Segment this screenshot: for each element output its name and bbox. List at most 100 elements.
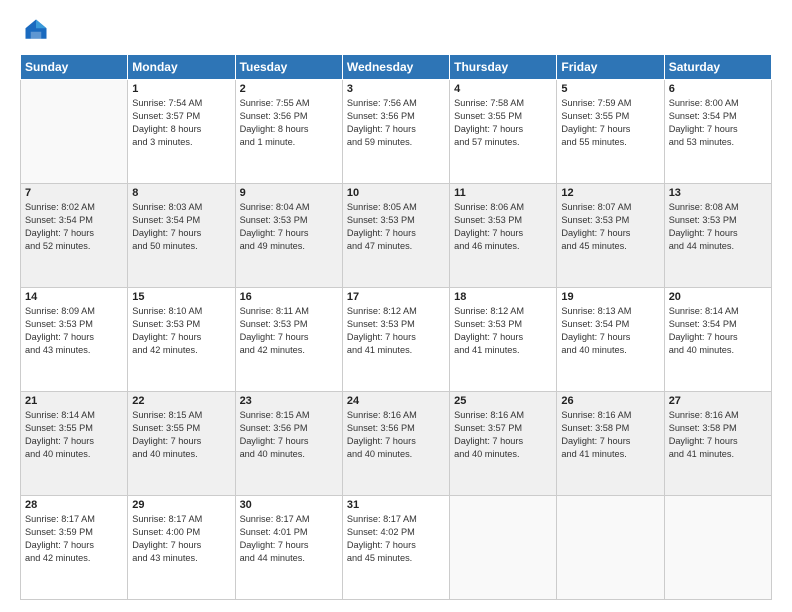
calendar-day-9: 9 Sunrise: 8:04 AMSunset: 3:53 PMDaylight… xyxy=(235,184,342,288)
weekday-header-wednesday: Wednesday xyxy=(342,55,449,80)
weekday-header-friday: Friday xyxy=(557,55,664,80)
calendar-day-24: 24Sunrise: 8:16 AMSunset: 3:56 PMDayligh… xyxy=(342,392,449,496)
calendar-day-20: 20 Sunrise: 8:14 AMSunset: 3:54 PMDayligh… xyxy=(664,288,771,392)
calendar-day-5: 5 Sunrise: 7:59 AMSunset: 3:55 PMDaylight… xyxy=(557,80,664,184)
day-info: Sunrise: 8:15 AMSunset: 3:56 PMDaylight:… xyxy=(240,409,338,461)
weekday-header-monday: Monday xyxy=(128,55,235,80)
day-info: Sunrise: 7:56 AMSunset: 3:56 PMDaylight:… xyxy=(347,97,445,149)
calendar-week-row: 14 Sunrise: 8:09 AMSunset: 3:53 PMDayligh… xyxy=(21,288,772,392)
weekday-header-saturday: Saturday xyxy=(664,55,771,80)
calendar-day-8: 8 Sunrise: 8:03 AMSunset: 3:54 PMDaylight… xyxy=(128,184,235,288)
day-number: 17 xyxy=(347,291,445,303)
calendar-day-13: 13 Sunrise: 8:08 AMSunset: 3:53 PMDayligh… xyxy=(664,184,771,288)
page: SundayMondayTuesdayWednesdayThursdayFrid… xyxy=(0,0,792,612)
calendar-day-empty xyxy=(664,496,771,600)
calendar-day-12: 12 Sunrise: 8:07 AMSunset: 3:53 PMDayligh… xyxy=(557,184,664,288)
day-number: 22 xyxy=(132,395,230,407)
day-number: 7 xyxy=(25,187,123,199)
calendar-day-26: 26 Sunrise: 8:16 AMSunset: 3:58 PMDayligh… xyxy=(557,392,664,496)
day-info: Sunrise: 8:17 AMSunset: 4:00 PMDaylight:… xyxy=(132,513,230,565)
day-number: 2 xyxy=(240,83,338,95)
calendar-day-10: 10 Sunrise: 8:05 AMSunset: 3:53 PMDayligh… xyxy=(342,184,449,288)
day-number: 14 xyxy=(25,291,123,303)
calendar-day-23: 23Sunrise: 8:15 AMSunset: 3:56 PMDayligh… xyxy=(235,392,342,496)
day-number: 1 xyxy=(132,83,230,95)
calendar-week-row: 21 Sunrise: 8:14 AMSunset: 3:55 PMDayligh… xyxy=(21,392,772,496)
day-number: 6 xyxy=(669,83,767,95)
day-number: 20 xyxy=(669,291,767,303)
calendar-day-21: 21 Sunrise: 8:14 AMSunset: 3:55 PMDayligh… xyxy=(21,392,128,496)
header xyxy=(20,16,772,44)
calendar-day-empty xyxy=(21,80,128,184)
calendar-day-1: 1 Sunrise: 7:54 AMSunset: 3:57 PMDaylight… xyxy=(128,80,235,184)
day-info: Sunrise: 8:03 AMSunset: 3:54 PMDaylight:… xyxy=(132,201,230,253)
day-info: Sunrise: 8:11 AMSunset: 3:53 PMDaylight:… xyxy=(240,305,338,357)
calendar-day-3: 3 Sunrise: 7:56 AMSunset: 3:56 PMDaylight… xyxy=(342,80,449,184)
day-number: 10 xyxy=(347,187,445,199)
day-info: Sunrise: 8:17 AMSunset: 4:01 PMDaylight:… xyxy=(240,513,338,565)
calendar-week-row: 28 Sunrise: 8:17 AMSunset: 3:59 PMDayligh… xyxy=(21,496,772,600)
calendar-day-27: 27Sunrise: 8:16 AMSunset: 3:58 PMDayligh… xyxy=(664,392,771,496)
day-number: 9 xyxy=(240,187,338,199)
day-info: Sunrise: 8:04 AMSunset: 3:53 PMDaylight:… xyxy=(240,201,338,253)
day-number: 30 xyxy=(240,499,338,511)
day-number: 26 xyxy=(561,395,659,407)
day-info: Sunrise: 8:12 AMSunset: 3:53 PMDaylight:… xyxy=(347,305,445,357)
day-number: 3 xyxy=(347,83,445,95)
day-number: 19 xyxy=(561,291,659,303)
weekday-header-sunday: Sunday xyxy=(21,55,128,80)
day-info: Sunrise: 8:02 AMSunset: 3:54 PMDaylight:… xyxy=(25,201,123,253)
day-info: Sunrise: 7:54 AMSunset: 3:57 PMDaylight:… xyxy=(132,97,230,149)
day-number: 15 xyxy=(132,291,230,303)
day-info: Sunrise: 8:17 AMSunset: 3:59 PMDaylight:… xyxy=(25,513,123,565)
calendar-day-22: 22 Sunrise: 8:15 AMSunset: 3:55 PMDayligh… xyxy=(128,392,235,496)
day-info: Sunrise: 7:58 AMSunset: 3:55 PMDaylight:… xyxy=(454,97,552,149)
calendar-day-29: 29 Sunrise: 8:17 AMSunset: 4:00 PMDayligh… xyxy=(128,496,235,600)
calendar-week-row: 7 Sunrise: 8:02 AMSunset: 3:54 PMDaylight… xyxy=(21,184,772,288)
calendar-day-16: 16 Sunrise: 8:11 AMSunset: 3:53 PMDayligh… xyxy=(235,288,342,392)
day-number: 12 xyxy=(561,187,659,199)
calendar-day-30: 30 Sunrise: 8:17 AMSunset: 4:01 PMDayligh… xyxy=(235,496,342,600)
calendar-day-25: 25Sunrise: 8:16 AMSunset: 3:57 PMDayligh… xyxy=(450,392,557,496)
day-number: 21 xyxy=(25,395,123,407)
day-number: 8 xyxy=(132,187,230,199)
calendar-day-17: 17 Sunrise: 8:12 AMSunset: 3:53 PMDayligh… xyxy=(342,288,449,392)
calendar-day-31: 31Sunrise: 8:17 AMSunset: 4:02 PMDayligh… xyxy=(342,496,449,600)
calendar-day-15: 15Sunrise: 8:10 AMSunset: 3:53 PMDayligh… xyxy=(128,288,235,392)
logo xyxy=(20,16,50,44)
day-info: Sunrise: 8:06 AMSunset: 3:53 PMDaylight:… xyxy=(454,201,552,253)
day-info: Sunrise: 8:08 AMSunset: 3:53 PMDaylight:… xyxy=(669,201,767,253)
calendar-day-28: 28 Sunrise: 8:17 AMSunset: 3:59 PMDayligh… xyxy=(21,496,128,600)
day-number: 29 xyxy=(132,499,230,511)
day-number: 4 xyxy=(454,83,552,95)
day-info: Sunrise: 8:16 AMSunset: 3:58 PMDaylight:… xyxy=(561,409,659,461)
day-number: 25 xyxy=(454,395,552,407)
calendar-header-row: SundayMondayTuesdayWednesdayThursdayFrid… xyxy=(21,55,772,80)
day-info: Sunrise: 8:09 AMSunset: 3:53 PMDaylight:… xyxy=(25,305,123,357)
day-number: 28 xyxy=(25,499,123,511)
calendar-day-7: 7 Sunrise: 8:02 AMSunset: 3:54 PMDaylight… xyxy=(21,184,128,288)
calendar-day-14: 14 Sunrise: 8:09 AMSunset: 3:53 PMDayligh… xyxy=(21,288,128,392)
day-info: Sunrise: 8:14 AMSunset: 3:54 PMDaylight:… xyxy=(669,305,767,357)
day-info: Sunrise: 8:07 AMSunset: 3:53 PMDaylight:… xyxy=(561,201,659,253)
day-number: 27 xyxy=(669,395,767,407)
day-info: Sunrise: 7:59 AMSunset: 3:55 PMDaylight:… xyxy=(561,97,659,149)
day-number: 16 xyxy=(240,291,338,303)
day-info: Sunrise: 8:05 AMSunset: 3:53 PMDaylight:… xyxy=(347,201,445,253)
day-number: 5 xyxy=(561,83,659,95)
calendar-day-19: 19Sunrise: 8:13 AMSunset: 3:54 PMDayligh… xyxy=(557,288,664,392)
day-info: Sunrise: 8:17 AMSunset: 4:02 PMDaylight:… xyxy=(347,513,445,565)
calendar-day-empty xyxy=(450,496,557,600)
day-number: 13 xyxy=(669,187,767,199)
calendar-day-2: 2Sunrise: 7:55 AMSunset: 3:56 PMDaylight… xyxy=(235,80,342,184)
calendar-day-empty xyxy=(557,496,664,600)
day-info: Sunrise: 8:15 AMSunset: 3:55 PMDaylight:… xyxy=(132,409,230,461)
logo-icon xyxy=(22,16,50,44)
day-number: 11 xyxy=(454,187,552,199)
calendar-table: SundayMondayTuesdayWednesdayThursdayFrid… xyxy=(20,54,772,600)
day-info: Sunrise: 8:12 AMSunset: 3:53 PMDaylight:… xyxy=(454,305,552,357)
day-info: Sunrise: 8:00 AMSunset: 3:54 PMDaylight:… xyxy=(669,97,767,149)
day-number: 18 xyxy=(454,291,552,303)
day-info: Sunrise: 8:14 AMSunset: 3:55 PMDaylight:… xyxy=(25,409,123,461)
weekday-header-thursday: Thursday xyxy=(450,55,557,80)
